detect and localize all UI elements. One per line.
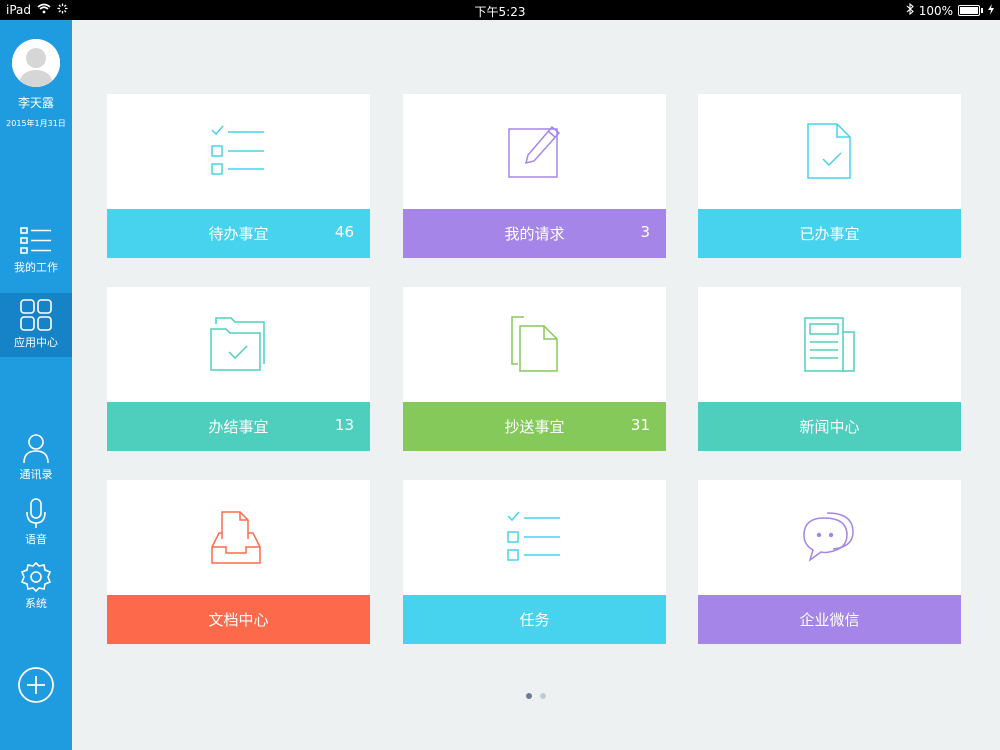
tile-bar: 办结事宜 13	[107, 402, 370, 451]
tile-label: 办结事宜	[208, 418, 269, 436]
person-icon	[23, 434, 49, 464]
clock: 下午5:23	[474, 5, 526, 19]
checklist-icon	[507, 511, 560, 561]
checklist-icon	[211, 125, 264, 175]
tile-label: 我的请求	[504, 225, 565, 243]
nav-contacts[interactable]: 通讯录	[0, 432, 72, 488]
charging-icon	[988, 3, 994, 18]
user-name: 李天露	[17, 96, 54, 110]
nav-label: 系统	[25, 597, 47, 610]
tile-done[interactable]: 已办事宜	[698, 94, 961, 258]
nav-label: 我的工作	[14, 261, 58, 274]
document-check-icon	[807, 123, 851, 179]
tile-bar: 任务	[403, 595, 666, 644]
list-icon	[20, 227, 51, 254]
tile-bar: 已办事宜	[698, 209, 961, 258]
user-date: 2015年1月31日	[6, 119, 66, 128]
microphone-icon	[26, 498, 46, 528]
grid-icon	[20, 299, 52, 331]
battery-icon	[958, 5, 980, 16]
tile-todo[interactable]: 待办事宜 46	[107, 94, 370, 258]
edit-icon	[508, 125, 561, 178]
tile-my-requests[interactable]: 我的请求 3	[403, 94, 666, 258]
tile-news[interactable]: 新闻中心	[698, 287, 961, 451]
copy-icon	[511, 316, 558, 372]
tile-completed[interactable]: 办结事宜 13	[107, 287, 370, 451]
tile-bar: 新闻中心	[698, 402, 961, 451]
tile-count-badge: 31	[630, 416, 650, 434]
status-bar: iPad 下午5:23 100%	[0, 0, 1000, 20]
tile-bar: 待办事宜 46	[107, 209, 370, 258]
avatar[interactable]	[12, 39, 60, 87]
tile-count-badge: 13	[334, 416, 354, 434]
nav-label: 通讯录	[19, 468, 53, 481]
tile-cc[interactable]: 抄送事宜 31	[403, 287, 666, 451]
tile-bar: 文档中心	[107, 595, 370, 644]
tile-count-badge: 3	[640, 223, 650, 241]
nav-app-center[interactable]: 应用中心	[0, 293, 72, 357]
tile-documents[interactable]: 文档中心	[107, 480, 370, 644]
tile-label: 企业微信	[799, 611, 860, 629]
sidebar: 李天露 2015年1月31日 我的工作 应用中心 通讯录 语音 系统	[0, 20, 72, 750]
tile-enterprise-wechat[interactable]: 企业微信	[698, 480, 961, 644]
tile-label: 已办事宜	[799, 225, 860, 243]
chat-bubble-icon	[803, 512, 854, 562]
gear-icon	[20, 561, 52, 593]
nav-system[interactable]: 系统	[0, 561, 72, 617]
nav-label: 应用中心	[14, 336, 58, 349]
tile-bar: 企业微信	[698, 595, 961, 644]
tile-label: 抄送事宜	[504, 418, 565, 436]
bluetooth-icon	[906, 2, 914, 18]
page-dot-active[interactable]	[526, 693, 532, 699]
newspaper-icon	[804, 317, 855, 372]
add-button[interactable]	[17, 666, 55, 708]
nav-label: 语音	[25, 533, 47, 546]
user-avatar-icon	[12, 39, 60, 87]
nav-my-work[interactable]: 我的工作	[0, 225, 72, 289]
tile-label: 新闻中心	[799, 418, 860, 436]
page-indicator[interactable]	[0, 693, 1000, 699]
page-dot[interactable]	[540, 693, 546, 699]
battery-percent: 100%	[918, 3, 953, 18]
folder-check-icon	[210, 317, 265, 371]
tile-label: 文档中心	[208, 611, 269, 629]
tile-count-badge: 46	[334, 223, 354, 241]
tile-label: 待办事宜	[208, 225, 269, 243]
tile-bar: 抄送事宜 31	[403, 402, 666, 451]
inbox-document-icon	[211, 511, 261, 564]
tile-bar: 我的请求 3	[403, 209, 666, 258]
nav-voice[interactable]: 语音	[0, 497, 72, 553]
tile-label: 任务	[519, 611, 550, 629]
tile-tasks[interactable]: 任务	[403, 480, 666, 644]
